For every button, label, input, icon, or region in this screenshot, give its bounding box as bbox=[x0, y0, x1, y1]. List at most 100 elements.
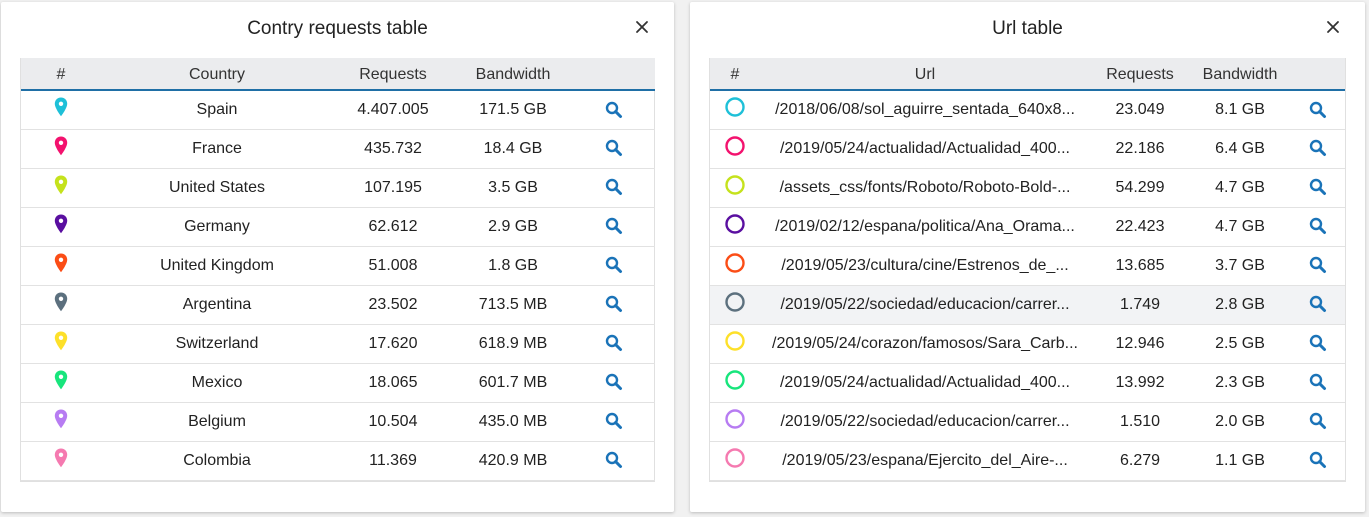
row-actions bbox=[1290, 207, 1345, 246]
column-header-bandwidth[interactable]: Bandwidth bbox=[1190, 58, 1290, 90]
table-header-row: # Country Requests Bandwidth bbox=[21, 58, 655, 90]
search-icon[interactable] bbox=[605, 451, 623, 469]
country-name: Belgium bbox=[188, 412, 246, 430]
close-button[interactable] bbox=[1325, 19, 1341, 35]
requests-value: 13.685 bbox=[1115, 256, 1165, 274]
column-header-index[interactable]: # bbox=[710, 58, 760, 90]
column-header-country[interactable]: Country bbox=[101, 58, 333, 90]
map-pin-icon bbox=[54, 214, 68, 234]
marker-cell bbox=[21, 441, 101, 480]
requests-value: 17.620 bbox=[368, 334, 418, 352]
marker-cell bbox=[710, 285, 760, 324]
table-row[interactable]: /2019/05/22/sociedad/educacion/carrer...… bbox=[710, 285, 1345, 324]
requests-value: 62.612 bbox=[368, 217, 418, 235]
search-icon[interactable] bbox=[1309, 451, 1327, 469]
table-row[interactable]: /2019/05/23/espana/Ejercito_del_Aire-...… bbox=[710, 441, 1345, 480]
table-row[interactable]: /2019/05/24/actualidad/Actualidad_400...… bbox=[710, 363, 1345, 402]
column-header-requests[interactable]: Requests bbox=[333, 58, 453, 90]
marker-cell bbox=[21, 246, 101, 285]
search-icon[interactable] bbox=[605, 334, 623, 352]
search-icon[interactable] bbox=[1309, 217, 1327, 235]
table-header-row: # Url Requests Bandwidth bbox=[710, 58, 1345, 90]
url-table-body: /2018/06/08/sol_aguirre_sentada_640x8...… bbox=[710, 90, 1345, 480]
search-icon[interactable] bbox=[605, 178, 623, 196]
circle-icon bbox=[724, 96, 746, 118]
table-row[interactable]: /2019/05/24/actualidad/Actualidad_400...… bbox=[710, 129, 1345, 168]
table-row[interactable]: Switzerland 17.620 618.9 MB bbox=[21, 324, 655, 363]
column-header-requests[interactable]: Requests bbox=[1090, 58, 1190, 90]
row-actions bbox=[573, 129, 655, 168]
url-path: /2018/06/08/sol_aguirre_sentada_640x8... bbox=[775, 100, 1075, 118]
country-name: Colombia bbox=[183, 451, 251, 469]
requests-value: 22.423 bbox=[1115, 217, 1165, 235]
requests-value: 1.749 bbox=[1119, 295, 1161, 313]
panel-title: Contry requests table bbox=[247, 18, 428, 39]
bandwidth-value: 713.5 MB bbox=[478, 295, 548, 313]
table-row[interactable]: /2018/06/08/sol_aguirre_sentada_640x8...… bbox=[710, 90, 1345, 129]
url-panel: Url table # Url Requests Bandwidth /2018… bbox=[690, 2, 1365, 512]
bandwidth-value: 420.9 MB bbox=[478, 451, 548, 469]
table-row[interactable]: Spain 4.407.005 171.5 GB bbox=[21, 90, 655, 129]
table-row[interactable]: /assets_css/fonts/Roboto/Roboto-Bold-...… bbox=[710, 168, 1345, 207]
search-icon[interactable] bbox=[1309, 373, 1327, 391]
search-icon[interactable] bbox=[605, 139, 623, 157]
column-header-index[interactable]: # bbox=[21, 58, 101, 90]
table-row[interactable]: /2019/05/24/corazon/famosos/Sara_Carb...… bbox=[710, 324, 1345, 363]
requests-value: 22.186 bbox=[1115, 139, 1165, 157]
column-header-actions bbox=[1290, 58, 1345, 90]
marker-cell bbox=[21, 402, 101, 441]
table-row[interactable]: Argentina 23.502 713.5 MB bbox=[21, 285, 655, 324]
table-row[interactable]: Germany 62.612 2.9 GB bbox=[21, 207, 655, 246]
search-icon[interactable] bbox=[1309, 295, 1327, 313]
table-row[interactable]: United States 107.195 3.5 GB bbox=[21, 168, 655, 207]
map-pin-icon bbox=[54, 253, 68, 273]
search-icon[interactable] bbox=[1309, 334, 1327, 352]
marker-cell bbox=[710, 207, 760, 246]
table-row[interactable]: /2019/05/22/sociedad/educacion/carrer...… bbox=[710, 402, 1345, 441]
close-button[interactable] bbox=[634, 19, 650, 35]
map-pin-icon bbox=[54, 175, 68, 195]
map-pin-icon bbox=[54, 97, 68, 117]
column-header-bandwidth[interactable]: Bandwidth bbox=[453, 58, 573, 90]
marker-cell bbox=[21, 207, 101, 246]
row-actions bbox=[1290, 441, 1345, 480]
table-row[interactable]: Mexico 18.065 601.7 MB bbox=[21, 363, 655, 402]
table-row[interactable]: United Kingdom 51.008 1.8 GB bbox=[21, 246, 655, 285]
row-actions bbox=[573, 363, 655, 402]
column-header-url[interactable]: Url bbox=[760, 58, 1090, 90]
country-name: United Kingdom bbox=[160, 256, 274, 274]
circle-icon bbox=[724, 291, 746, 313]
circle-icon bbox=[724, 213, 746, 235]
marker-cell bbox=[21, 129, 101, 168]
bandwidth-value: 3.7 GB bbox=[1215, 256, 1265, 274]
search-icon[interactable] bbox=[605, 256, 623, 274]
table-row[interactable]: Belgium 10.504 435.0 MB bbox=[21, 402, 655, 441]
row-actions bbox=[573, 441, 655, 480]
row-actions bbox=[1290, 402, 1345, 441]
row-actions bbox=[573, 402, 655, 441]
marker-cell bbox=[21, 324, 101, 363]
table-row[interactable]: /2019/05/23/cultura/cine/Estrenos_de_...… bbox=[710, 246, 1345, 285]
table-row[interactable]: Colombia 11.369 420.9 MB bbox=[21, 441, 655, 480]
search-icon[interactable] bbox=[1309, 178, 1327, 196]
row-actions bbox=[1290, 246, 1345, 285]
country-name: France bbox=[192, 139, 242, 157]
search-icon[interactable] bbox=[1309, 139, 1327, 157]
table-row[interactable]: /2019/02/12/espana/politica/Ana_Orama...… bbox=[710, 207, 1345, 246]
search-icon[interactable] bbox=[605, 412, 623, 430]
search-icon[interactable] bbox=[1309, 412, 1327, 430]
search-icon[interactable] bbox=[1309, 256, 1327, 274]
marker-cell bbox=[21, 168, 101, 207]
search-icon[interactable] bbox=[605, 101, 623, 119]
table-row[interactable]: France 435.732 18.4 GB bbox=[21, 129, 655, 168]
bandwidth-value: 6.4 GB bbox=[1215, 139, 1265, 157]
search-icon[interactable] bbox=[1309, 101, 1327, 119]
row-actions bbox=[1290, 90, 1345, 129]
search-icon[interactable] bbox=[605, 217, 623, 235]
search-icon[interactable] bbox=[605, 295, 623, 313]
country-name: Argentina bbox=[182, 295, 252, 313]
search-icon[interactable] bbox=[605, 373, 623, 391]
marker-cell bbox=[21, 285, 101, 324]
url-path: /2019/05/23/espana/Ejercito_del_Aire-... bbox=[782, 451, 1068, 469]
circle-icon bbox=[724, 447, 746, 469]
